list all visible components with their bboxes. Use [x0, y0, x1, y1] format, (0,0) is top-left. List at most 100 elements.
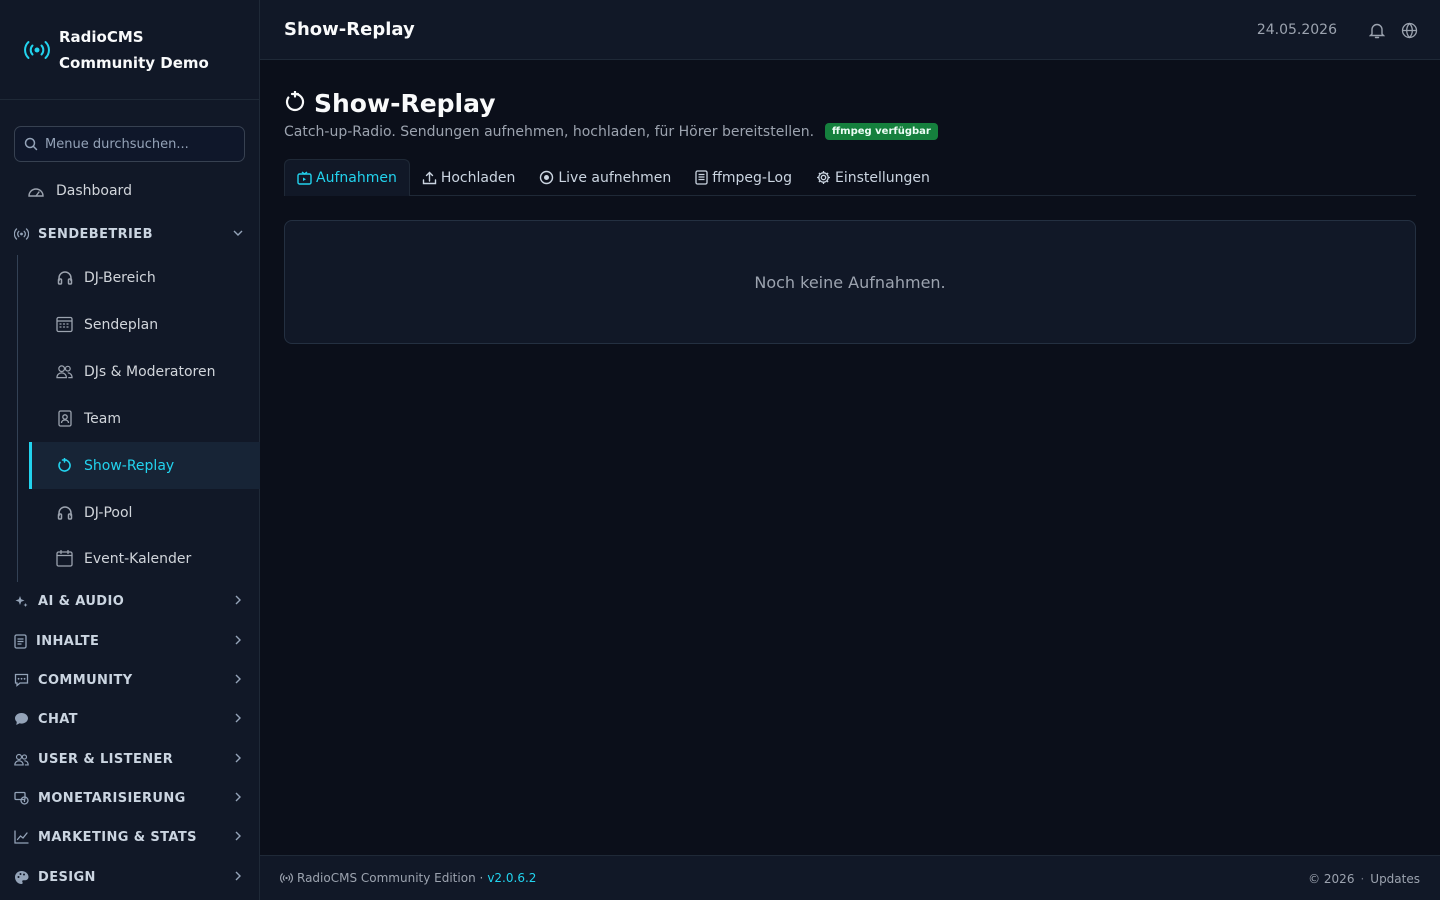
footer-edition: RadioCMS Community Edition ·	[297, 871, 484, 885]
page-header: Show-Replay	[284, 89, 496, 118]
line-chart-icon	[14, 830, 29, 844]
sidebar-item-label: DJ-Pool	[84, 504, 133, 521]
footer-separator: ·	[1360, 871, 1365, 886]
upload-icon	[422, 171, 437, 185]
section-design[interactable]: DESIGN	[0, 861, 260, 893]
globe-icon[interactable]	[1401, 22, 1418, 39]
section-monetarisierung[interactable]: MONETARISIERUNG	[0, 782, 260, 814]
brand-line-2: Community Demo	[59, 53, 209, 72]
sidebar-item-label: Sendeplan	[84, 316, 159, 333]
chevron-right-icon	[232, 752, 244, 768]
tab-label: Einstellungen	[834, 169, 930, 186]
section-ai-audio[interactable]: AI & AUDIO	[0, 585, 260, 617]
replay-icon	[56, 458, 73, 473]
palette-icon	[14, 870, 29, 885]
headphones-icon	[56, 270, 73, 285]
users-icon	[14, 753, 29, 766]
tab-live-aufnehmen[interactable]: Live aufnehmen	[527, 159, 683, 196]
empty-state-text: Noch keine Aufnahmen.	[754, 272, 946, 292]
status-badge: ffmpeg verfügbar	[825, 123, 938, 140]
sidebar-item-event-kalender[interactable]: Event-Kalender	[29, 535, 260, 582]
document-icon	[14, 633, 27, 649]
menu-search-input[interactable]	[45, 136, 235, 152]
sidebar-item-dashboard[interactable]: Dashboard	[14, 172, 245, 210]
tab-label: ffmpeg-Log	[712, 169, 792, 186]
sidebar-item-team[interactable]: Team	[29, 395, 260, 442]
section-label: MARKETING & STATS	[38, 829, 197, 845]
chevron-right-icon	[232, 791, 244, 807]
tab-aufnahmen[interactable]: Aufnahmen	[284, 159, 410, 196]
section-inhalte[interactable]: INHALTE	[0, 625, 260, 657]
record-icon	[539, 170, 554, 185]
chevron-right-icon	[232, 712, 244, 728]
sidebar-item-djs-moderatoren[interactable]: DJs & Moderatoren	[29, 348, 260, 395]
message-square-icon	[14, 673, 29, 687]
chevron-down-icon	[232, 227, 244, 243]
section-community[interactable]: COMMUNITY	[0, 664, 260, 696]
chevron-right-icon	[232, 870, 244, 886]
page-title: Show-Replay	[314, 89, 496, 118]
chat-bubble-icon	[14, 712, 29, 726]
tab-label: Hochladen	[440, 169, 516, 186]
current-date: 24.05.2026	[1256, 22, 1337, 38]
section-sendebetrieb[interactable]: SENDEBETRIEB	[0, 218, 260, 250]
brand-name: RadioCMS Community Demo	[59, 24, 229, 76]
radio-broadcast-icon	[22, 35, 52, 65]
tab-einstellungen[interactable]: Einstellungen	[804, 159, 942, 196]
chevron-right-icon	[232, 634, 244, 650]
sidebar-item-label: DJ-Bereich	[84, 269, 156, 286]
recordings-empty-state: Noch keine Aufnahmen.	[284, 220, 1416, 344]
footer-copyright: © 2026	[1308, 871, 1355, 886]
section-user-listener[interactable]: USER & LISTENER	[0, 743, 260, 775]
broadcast-icon	[14, 228, 29, 240]
money-icon	[14, 791, 29, 805]
replay-icon	[284, 89, 306, 117]
submenu-guide-line	[17, 255, 18, 582]
sidebar-item-sendeplan[interactable]: Sendeplan	[29, 301, 260, 348]
footer-right: © 2026 · Updates	[1308, 856, 1420, 900]
footer-updates-link[interactable]: Updates	[1370, 872, 1420, 886]
tab-hochladen[interactable]: Hochladen	[410, 159, 528, 196]
sidebar-item-show-replay[interactable]: Show-Replay	[29, 442, 260, 489]
id-badge-icon	[56, 410, 73, 427]
gear-icon	[816, 170, 831, 185]
tab-label: Aufnahmen	[316, 170, 397, 186]
sidebar-item-label: Team	[84, 410, 122, 427]
footer-version-link[interactable]: v2.0.6.2	[487, 871, 536, 885]
section-label: MONETARISIERUNG	[38, 790, 186, 806]
sidebar-item-label: Dashboard	[56, 183, 132, 199]
main-content: Show-Replay Catch-up-Radio. Sendungen au…	[260, 61, 1440, 855]
brand-line-1: RadioCMS	[59, 27, 144, 46]
chevron-right-icon	[232, 830, 244, 846]
calendar-icon	[56, 550, 73, 567]
tab-ffmpeg-log[interactable]: ffmpeg-Log	[683, 159, 804, 196]
page-subtitle: Catch-up-Radio. Sendungen aufnehmen, hoc…	[284, 123, 815, 140]
brand[interactable]: RadioCMS Community Demo	[0, 0, 259, 100]
section-label: SENDEBETRIEB	[38, 226, 153, 242]
sidebar-item-label: Show-Replay	[84, 457, 175, 474]
dashboard-gauge-icon	[27, 183, 45, 199]
sidebar-item-label: Event-Kalender	[84, 550, 192, 567]
tab-bar: Aufnahmen Hochladen Live aufnehmen ffmpe…	[284, 159, 1416, 196]
section-label: COMMUNITY	[38, 672, 133, 688]
menu-search	[14, 126, 245, 162]
topbar-title: Show-Replay	[284, 19, 415, 40]
sidebar-item-dj-pool[interactable]: DJ-Pool	[29, 489, 260, 536]
users-icon	[56, 364, 73, 379]
sparkles-icon	[14, 594, 29, 609]
topbar-actions: 24.05.2026	[1257, 0, 1418, 60]
section-chat[interactable]: CHAT	[0, 703, 260, 735]
page-subtitle-row: Catch-up-Radio. Sendungen aufnehmen, hoc…	[284, 123, 938, 140]
tab-label: Live aufnehmen	[558, 169, 672, 186]
section-label: INHALTE	[36, 633, 100, 649]
section-label: CHAT	[38, 711, 78, 727]
topbar: Show-Replay 24.05.2026	[260, 0, 1440, 60]
sidebar-item-dj-bereich[interactable]: DJ-Bereich	[29, 254, 260, 301]
section-label: DESIGN	[38, 869, 96, 885]
headphones-icon	[56, 505, 73, 520]
section-marketing-stats[interactable]: MARKETING & STATS	[0, 821, 260, 853]
section-label: USER & LISTENER	[38, 751, 174, 767]
broadcast-icon	[280, 873, 293, 883]
bell-icon[interactable]	[1369, 22, 1385, 39]
footer: RadioCMS Community Edition · v2.0.6.2 © …	[260, 855, 1440, 900]
